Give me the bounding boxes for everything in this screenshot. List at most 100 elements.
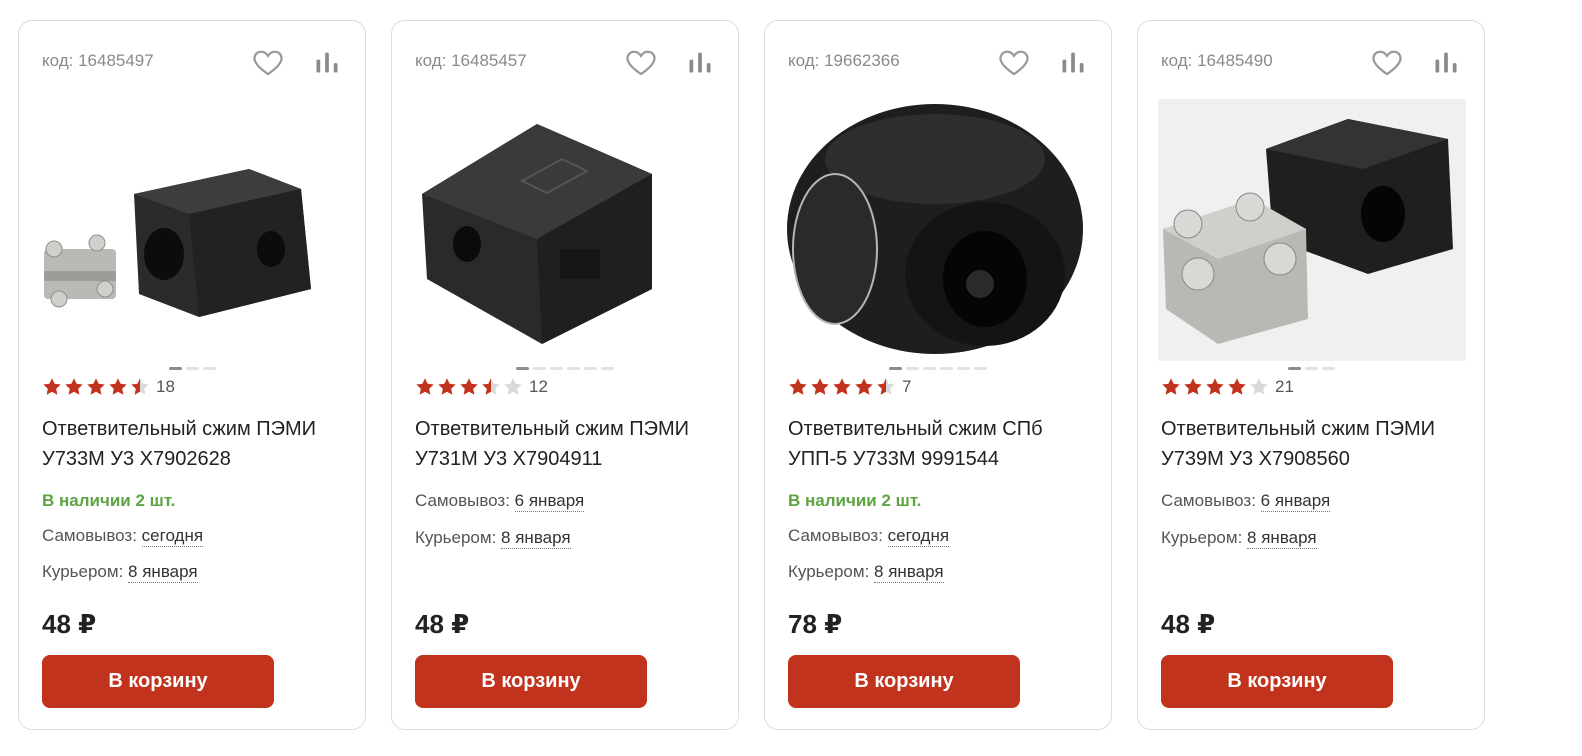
star-icon <box>131 378 149 395</box>
carousel-dot[interactable] <box>202 367 216 370</box>
courier-info: Курьером: 8 января <box>1161 528 1317 549</box>
courier-date[interactable]: 8 января <box>1247 528 1317 549</box>
courier-info: Курьером: 8 января <box>415 528 571 549</box>
carousel-dots[interactable] <box>765 367 1111 370</box>
availability-status: В наличии 2 шт. <box>788 491 922 510</box>
bar-chart-icon[interactable] <box>313 48 341 76</box>
review-count: 21 <box>1275 377 1294 396</box>
product-card[interactable]: код: 19662366 7 Ответвительный сжим СПб … <box>764 20 1112 730</box>
product-image[interactable] <box>785 99 1093 361</box>
carousel-dots[interactable] <box>1138 367 1484 370</box>
heart-icon[interactable] <box>1370 45 1404 79</box>
star-icon <box>460 378 478 395</box>
carousel-dots[interactable] <box>19 367 365 370</box>
product-code: код: 16485490 <box>1161 51 1273 70</box>
add-to-cart-button[interactable]: В корзину <box>42 655 274 708</box>
product-rating[interactable]: 21 <box>1161 377 1294 397</box>
star-icon <box>1250 378 1268 395</box>
carousel-dot[interactable] <box>185 367 199 370</box>
product-price: 78 ₽ <box>788 609 843 639</box>
courier-label: Курьером: <box>415 528 497 547</box>
product-image[interactable] <box>39 99 347 361</box>
pickup-info: Самовывоз: сегодня <box>788 526 950 547</box>
pickup-info: Самовывоз: 6 января <box>415 491 585 512</box>
courier-date[interactable]: 8 января <box>874 562 944 583</box>
star-icon <box>1206 378 1224 395</box>
product-rating[interactable]: 12 <box>415 377 548 397</box>
carousel-dot[interactable] <box>940 367 953 370</box>
bar-chart-icon[interactable] <box>1432 48 1460 76</box>
product-image[interactable] <box>412 99 720 361</box>
heart-icon[interactable] <box>997 45 1031 79</box>
product-title[interactable]: Ответвительный сжим ПЭМИ У739М У3 Х79085… <box>1161 414 1466 474</box>
product-card[interactable]: код: 16485497 18 Ответвительный сжим ПЭМ… <box>18 20 366 730</box>
courier-date[interactable]: 8 января <box>501 528 571 549</box>
carousel-dot[interactable] <box>516 367 529 370</box>
star-icon <box>482 378 500 395</box>
courier-label: Курьером: <box>42 562 124 581</box>
availability-status: В наличии 2 шт. <box>42 491 176 510</box>
product-image[interactable] <box>1158 99 1466 361</box>
star-icon <box>811 378 829 395</box>
star-icon <box>833 378 851 395</box>
carousel-dot[interactable] <box>584 367 597 370</box>
carousel-dot[interactable] <box>567 367 580 370</box>
pickup-info: Самовывоз: сегодня <box>42 526 204 547</box>
star-icon <box>1184 378 1202 395</box>
star-icon <box>43 378 61 395</box>
pickup-label: Самовывоз: <box>415 491 510 510</box>
carousel-dot[interactable] <box>601 367 614 370</box>
rating-stars <box>415 377 523 397</box>
star-icon <box>855 378 873 395</box>
star-icon <box>1162 378 1180 395</box>
rating-stars <box>42 377 150 397</box>
heart-icon[interactable] <box>624 45 658 79</box>
pickup-date[interactable]: сегодня <box>141 526 204 547</box>
product-rating[interactable]: 7 <box>788 377 911 397</box>
star-icon <box>789 378 807 395</box>
carousel-dots[interactable] <box>392 367 738 370</box>
pickup-date[interactable]: 6 января <box>514 491 585 512</box>
add-to-cart-button[interactable]: В корзину <box>788 655 1020 708</box>
star-icon <box>1228 378 1246 395</box>
courier-label: Курьером: <box>1161 528 1243 547</box>
product-card[interactable]: код: 16485457 12 Ответвительный сжим ПЭМ… <box>391 20 739 730</box>
carousel-dot[interactable] <box>1321 367 1335 370</box>
pickup-date[interactable]: сегодня <box>887 526 950 547</box>
product-rating[interactable]: 18 <box>42 377 175 397</box>
star-icon <box>504 378 522 395</box>
carousel-dot[interactable] <box>1287 367 1301 370</box>
carousel-dot[interactable] <box>889 367 902 370</box>
bar-chart-icon[interactable] <box>1059 48 1087 76</box>
product-title[interactable]: Ответвительный сжим СПб УПП-5 У733М 9991… <box>788 414 1093 474</box>
add-to-cart-button[interactable]: В корзину <box>415 655 647 708</box>
product-grid: код: 16485497 18 Ответвительный сжим ПЭМ… <box>18 20 1485 730</box>
carousel-dot[interactable] <box>957 367 970 370</box>
bar-chart-icon[interactable] <box>686 48 714 76</box>
review-count: 7 <box>902 377 912 396</box>
pickup-label: Самовывоз: <box>788 526 883 545</box>
carousel-dot[interactable] <box>1304 367 1318 370</box>
add-to-cart-button[interactable]: В корзину <box>1161 655 1393 708</box>
product-price: 48 ₽ <box>415 609 470 639</box>
product-code: код: 16485497 <box>42 51 154 70</box>
star-icon <box>65 378 83 395</box>
carousel-dot[interactable] <box>974 367 987 370</box>
rating-stars <box>788 377 896 397</box>
product-price: 48 ₽ <box>42 609 97 639</box>
courier-date[interactable]: 8 января <box>128 562 198 583</box>
product-title[interactable]: Ответвительный сжим ПЭМИ У733М У3 Х79026… <box>42 414 347 474</box>
carousel-dot[interactable] <box>533 367 546 370</box>
star-icon <box>438 378 456 395</box>
carousel-dot[interactable] <box>168 367 182 370</box>
carousel-dot[interactable] <box>550 367 563 370</box>
product-card[interactable]: код: 16485490 21 Ответвительный сжим ПЭМ… <box>1137 20 1485 730</box>
star-icon <box>109 378 127 395</box>
review-count: 18 <box>156 377 175 396</box>
pickup-date[interactable]: 6 января <box>1260 491 1331 512</box>
pickup-label: Самовывоз: <box>1161 491 1256 510</box>
product-title[interactable]: Ответвительный сжим ПЭМИ У731М У3 Х79049… <box>415 414 720 474</box>
carousel-dot[interactable] <box>906 367 919 370</box>
carousel-dot[interactable] <box>923 367 936 370</box>
heart-icon[interactable] <box>251 45 285 79</box>
